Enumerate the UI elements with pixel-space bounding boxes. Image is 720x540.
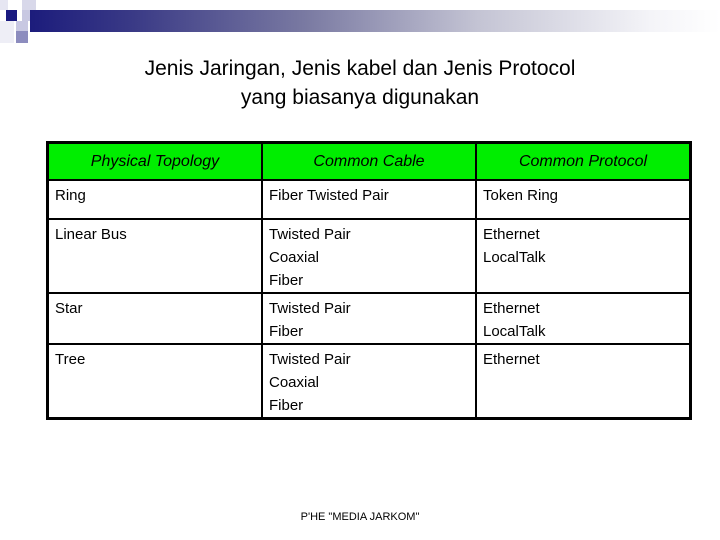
protocol-item: LocalTalk — [482, 323, 546, 340]
topology-name: Linear Bus — [55, 226, 127, 243]
cable-item: Twisted Pair — [268, 351, 351, 368]
slide-title-line2: yang biasanya digunakan — [240, 86, 480, 109]
topology-cell: Linear Bus — [46, 218, 263, 294]
protocol-cell: Ethernet — [474, 343, 692, 420]
cable-item: Twisted Pair — [268, 300, 351, 317]
topology-name: Tree — [55, 351, 86, 368]
header-common-protocol: Common Protocol — [474, 141, 692, 181]
topology-name: Ring — [55, 187, 86, 204]
topology-cell: Tree — [46, 343, 263, 420]
header-common-cable: Common Cable — [260, 141, 477, 181]
header-gradient-bar — [30, 10, 720, 32]
topology-name: Star — [55, 300, 83, 317]
protocol-item: Ethernet — [482, 300, 540, 317]
protocol-item: Ethernet — [482, 351, 540, 368]
slide-footer: P'HE "MEDIA JARKOM" — [300, 511, 420, 523]
cable-cell: Twisted Pair Fiber — [260, 292, 477, 345]
topology-table: Physical Topology Common Cable Common Pr… — [46, 141, 692, 420]
protocol-cell: Ethernet LocalTalk — [474, 218, 692, 294]
table-row: Star Twisted Pair Fiber Ethernet LocalTa… — [46, 292, 692, 345]
decor-square — [0, 0, 8, 10]
decor-square — [6, 10, 17, 21]
table-row: Linear Bus Twisted Pair Coaxial Fiber Et… — [46, 218, 692, 294]
topology-cell: Ring — [46, 179, 263, 220]
protocol-cell: Token Ring — [474, 179, 692, 220]
cable-item: Fiber — [268, 272, 304, 289]
topology-cell: Star — [46, 292, 263, 345]
table-header-row: Physical Topology Common Cable Common Pr… — [46, 141, 692, 181]
cable-cell: Twisted Pair Coaxial Fiber — [260, 343, 477, 420]
cable-item: Fiber Twisted Pair — [268, 187, 389, 204]
cable-cell: Fiber Twisted Pair — [260, 179, 477, 220]
table-row: Tree Twisted Pair Coaxial Fiber Ethernet — [46, 343, 692, 420]
cable-item: Coaxial — [268, 374, 320, 391]
header-physical-topology: Physical Topology — [46, 141, 263, 181]
decor-square — [0, 21, 14, 43]
decor-square — [16, 31, 28, 43]
table-row: Ring Fiber Twisted Pair Token Ring — [46, 179, 692, 220]
protocol-cell: Ethernet LocalTalk — [474, 292, 692, 345]
protocol-item: Token Ring — [482, 187, 559, 204]
cable-cell: Twisted Pair Coaxial Fiber — [260, 218, 477, 294]
cable-item: Fiber — [268, 323, 304, 340]
decor-square — [22, 0, 36, 10]
slide-title: Jenis Jaringan, Jenis kabel dan Jenis Pr… — [0, 54, 720, 112]
decor-square — [16, 21, 28, 31]
protocol-item: Ethernet — [482, 226, 540, 243]
slide-title-line1: Jenis Jaringan, Jenis kabel dan Jenis Pr… — [144, 57, 576, 80]
protocol-item: LocalTalk — [482, 249, 546, 266]
cable-item: Twisted Pair — [268, 226, 351, 243]
cable-item: Coaxial — [268, 249, 320, 266]
cable-item: Fiber — [268, 397, 304, 414]
